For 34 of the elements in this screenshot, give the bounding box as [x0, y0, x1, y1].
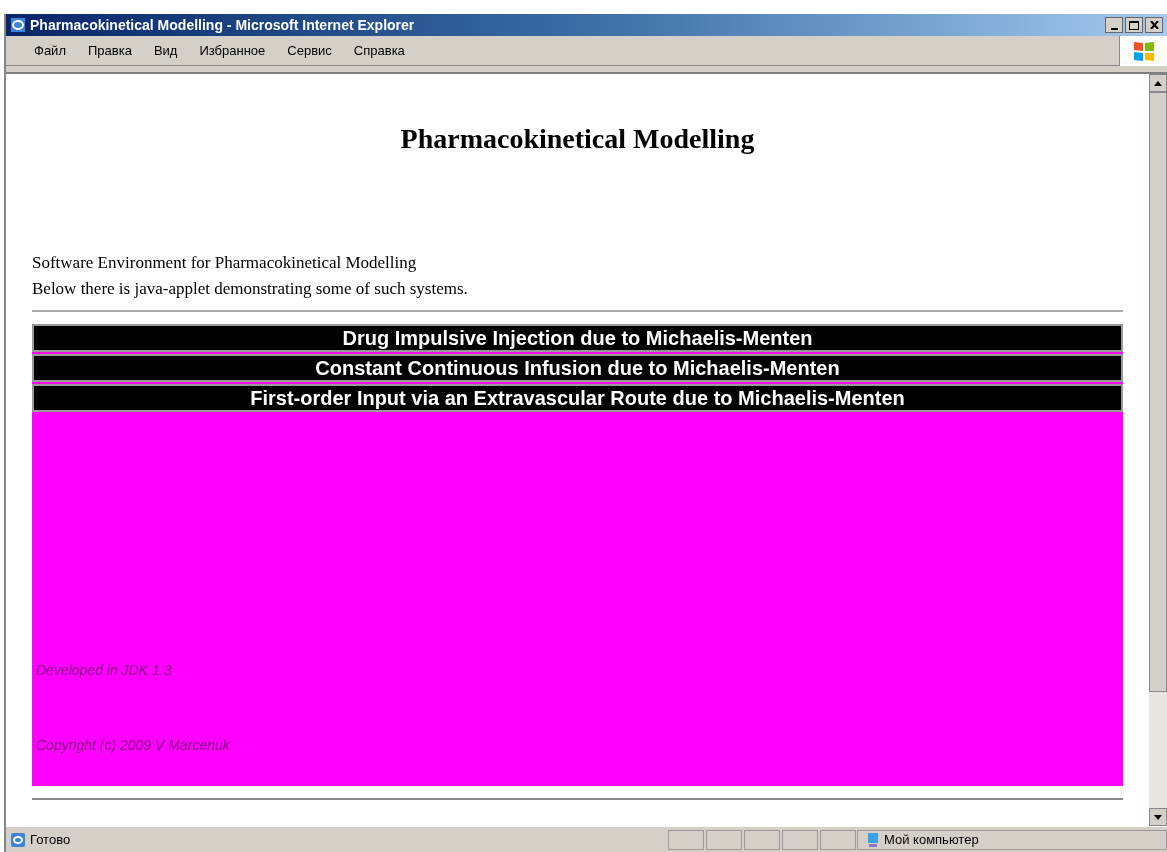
menu-item[interactable]: Файл [34, 40, 66, 61]
status-panel [744, 829, 780, 850]
minimize-button[interactable] [1105, 17, 1123, 33]
menu-item[interactable]: Вид [153, 40, 178, 61]
windows-logo-icon [1131, 39, 1156, 62]
close-icon [1149, 21, 1159, 29]
intro-text: Below there is java-applet demonstrating some of such systems. [32, 278, 469, 300]
status-panel [668, 829, 704, 850]
status-panel [782, 829, 818, 850]
close-button[interactable] [1145, 17, 1163, 33]
browser-icon [10, 17, 26, 33]
down-arrow-icon [1154, 814, 1162, 820]
applet-note: Developed in JDK 1.3 [36, 661, 173, 680]
status-panel [706, 829, 742, 850]
menu-item[interactable]: Сервис [287, 40, 332, 61]
zone-text: Мой компьютер [884, 830, 979, 849]
simulation-button[interactable]: First-order Input via an Extravascular Route due to Michaelis-Menten [32, 384, 1123, 412]
intro-text: Software Environment for Pharmacokinetical Modelling [32, 252, 418, 274]
status-text: Готово [30, 830, 71, 849]
computer-icon [866, 831, 880, 848]
menu-item[interactable]: Избранное [199, 40, 266, 61]
page-icon [10, 831, 26, 848]
up-arrow-icon [1154, 80, 1162, 86]
applet-note: Copyright (c) 2009 V Marcenuk [36, 736, 231, 755]
maximize-button[interactable] [1125, 17, 1143, 33]
menu-item[interactable]: Справка [353, 40, 405, 61]
scroll-up-button[interactable] [1149, 74, 1167, 92]
menu-item[interactable]: Правка [87, 40, 132, 61]
simulation-button[interactable]: Drug Impulsive Injection due to Michaelis-Menten [32, 324, 1123, 352]
scroll-down-button[interactable] [1149, 808, 1167, 826]
page-heading: Pharmacokinetical Modelling [399, 122, 756, 156]
scroll-thumb[interactable] [1149, 92, 1167, 692]
window-title: Pharmacokinetical Modelling - Microsoft Internet Explorer [30, 15, 416, 35]
simulation-button[interactable]: Constant Continuous Infusion due to Michaelis-Menten [32, 354, 1123, 382]
